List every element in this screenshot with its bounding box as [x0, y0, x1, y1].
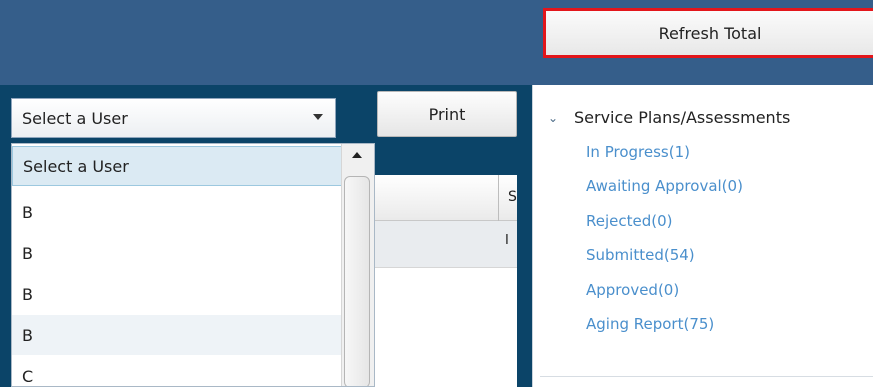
scroll-up-icon[interactable]: [352, 152, 362, 158]
dropdown-item[interactable]: B: [12, 233, 342, 273]
link-submitted[interactable]: Submitted(54): [586, 246, 695, 264]
user-select-value: Select a User: [22, 108, 128, 128]
refresh-total-button[interactable]: Refresh Total: [543, 8, 873, 58]
link-awaiting-approval[interactable]: Awaiting Approval(0): [586, 177, 743, 195]
print-button[interactable]: Print: [377, 91, 517, 137]
dropdown-item[interactable]: B: [12, 192, 342, 232]
dropdown-item[interactable]: C: [12, 356, 342, 386]
link-rejected[interactable]: Rejected(0): [586, 212, 673, 230]
link-approved[interactable]: Approved(0): [586, 281, 679, 299]
service-panel: [532, 85, 873, 387]
user-dropdown-list: Select a User B B B B C: [11, 143, 375, 387]
chevron-down-icon[interactable]: ⌄: [548, 111, 574, 125]
link-aging-report[interactable]: Aging Report(75): [586, 315, 714, 333]
chevron-down-icon[interactable]: [313, 114, 323, 120]
link-in-progress[interactable]: In Progress(1): [586, 143, 690, 161]
dropdown-item[interactable]: B: [12, 274, 342, 314]
dropdown-scrollbar[interactable]: [341, 144, 374, 386]
divider: [540, 376, 873, 377]
section-title: Service Plans/Assessments: [574, 108, 791, 127]
user-select[interactable]: Select a User: [11, 98, 336, 138]
scrollbar-thumb[interactable]: [344, 176, 370, 386]
service-plans-section-header[interactable]: ⌄ Service Plans/Assessments: [548, 108, 790, 127]
grid-cell: I: [505, 233, 509, 248]
grid-column-header[interactable]: S: [508, 189, 517, 205]
dropdown-item[interactable]: B: [12, 315, 342, 355]
dropdown-item[interactable]: Select a User: [12, 146, 342, 186]
